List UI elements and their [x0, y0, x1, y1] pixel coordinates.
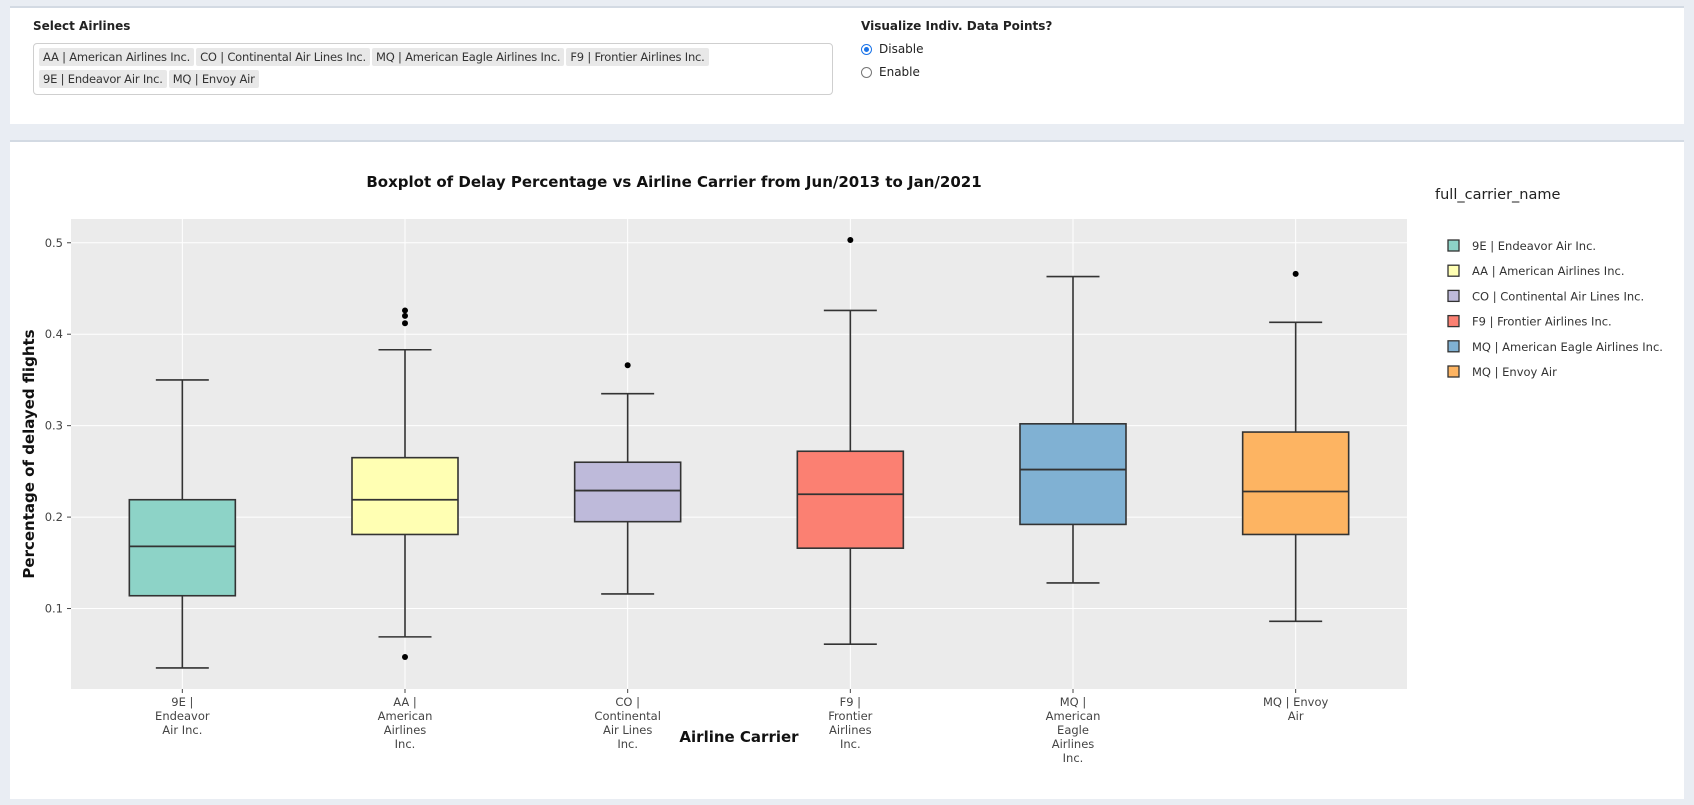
- legend-title: full_carrier_name: [1435, 187, 1560, 203]
- legend-swatch: [1447, 314, 1460, 328]
- x-tick-label: Inc.: [840, 737, 861, 751]
- x-tick-label: Inc.: [1063, 751, 1084, 765]
- x-tick-label: Frontier: [828, 709, 872, 723]
- y-tick-label: 0.1: [45, 602, 63, 616]
- x-tick-label: Inc.: [617, 737, 638, 751]
- x-tick-label: Air Lines: [603, 723, 652, 737]
- x-tick-label: Air Inc.: [162, 723, 202, 737]
- radio-disable[interactable]: Disable: [861, 42, 924, 56]
- y-axis-title: Percentage of delayed flights: [20, 329, 38, 578]
- x-tick-label: Continental: [594, 709, 660, 723]
- airline-chip[interactable]: AA | American Airlines Inc.: [39, 48, 195, 66]
- airline-chip[interactable]: CO | Continental Air Lines Inc.: [196, 48, 370, 66]
- x-tick-label: American: [1046, 709, 1101, 723]
- radio-disable-button[interactable]: [861, 43, 872, 55]
- legend-item[interactable]: MQ | Envoy Air: [1447, 365, 1557, 379]
- x-tick-label: MQ | Envoy: [1263, 695, 1329, 709]
- legend-label: MQ | American Eagle Airlines Inc.: [1472, 340, 1663, 354]
- box-iqr: [128, 498, 237, 597]
- airline-chip[interactable]: MQ | Envoy Air: [168, 70, 259, 88]
- box-iqr: [796, 450, 905, 549]
- legend-swatch: [1447, 239, 1460, 252]
- radio-enable-label: Enable: [879, 65, 920, 79]
- x-tick-label: Eagle: [1057, 723, 1089, 737]
- boxplot-chart: Boxplot of Delay Percentage vs Airline C…: [20, 173, 1663, 765]
- legend-swatch: [1447, 264, 1460, 277]
- outlier-point: [402, 307, 408, 314]
- airline-chip[interactable]: 9E | Endeavor Air Inc.: [39, 70, 167, 88]
- airline-multiselect[interactable]: AA | American Airlines Inc. CO | Continen…: [33, 43, 833, 95]
- chart-panel: Boxplot of Delay Percentage vs Airline C…: [10, 140, 1684, 799]
- legend-label: AA | American Airlines Inc.: [1472, 264, 1624, 278]
- controls-panel: Select Airlines AA | American Airlines I…: [10, 6, 1684, 124]
- outlier-point: [402, 653, 408, 660]
- legend-swatch: [1447, 365, 1460, 378]
- legend-item[interactable]: 9E | Endeavor Air Inc.: [1447, 239, 1596, 253]
- plot-background: [71, 219, 1407, 689]
- legend-swatch: [1447, 289, 1460, 303]
- x-tick-label: American: [378, 709, 433, 723]
- x-axis-ticks: 9E |EndeavorAir Inc.AA |AmericanAirlines…: [155, 689, 1329, 765]
- outlier-point: [847, 237, 854, 244]
- x-tick-label: Air: [1288, 709, 1304, 723]
- x-tick-label: Airlines: [384, 723, 427, 737]
- box-iqr: [573, 461, 682, 523]
- y-tick-label: 0.3: [45, 419, 63, 433]
- y-tick-label: 0.2: [45, 510, 63, 524]
- outlier-point: [402, 312, 408, 319]
- legend-item[interactable]: F9 | Frontier Airlines Inc.: [1447, 314, 1612, 329]
- x-tick-label: CO |: [615, 695, 640, 709]
- x-axis-title: Airline Carrier: [679, 728, 799, 746]
- x-tick-label: Endeavor: [155, 709, 210, 723]
- x-tick-label: F9 |: [840, 695, 861, 709]
- outlier-point: [402, 320, 408, 327]
- legend-item[interactable]: MQ | American Eagle Airlines Inc.: [1447, 340, 1663, 354]
- y-tick-label: 0.5: [45, 236, 63, 250]
- legend[interactable]: 9E | Endeavor Air Inc. AA | American Airl…: [1447, 239, 1663, 379]
- box-iqr: [351, 456, 459, 536]
- x-tick-label: Airlines: [1052, 737, 1095, 751]
- y-axis-ticks: 0.1 0.2 0.3 0.4 0.5: [45, 236, 71, 616]
- points-toggle-label: Visualize Indiv. Data Points?: [861, 19, 1053, 33]
- legend-label: MQ | Envoy Air: [1472, 365, 1557, 379]
- x-tick-label: MQ |: [1060, 695, 1087, 709]
- radio-enable-button[interactable]: [861, 66, 872, 78]
- select-airlines-label: Select Airlines: [33, 19, 131, 33]
- outlier-point: [1292, 270, 1299, 277]
- legend-label: CO | Continental Air Lines Inc.: [1472, 289, 1644, 303]
- chart-title: Boxplot of Delay Percentage vs Airline C…: [366, 173, 981, 191]
- legend-item[interactable]: AA | American Airlines Inc.: [1447, 264, 1624, 278]
- x-tick-label: 9E |: [171, 695, 193, 709]
- x-tick-label: Inc.: [395, 737, 416, 751]
- box-iqr: [1019, 423, 1127, 526]
- radio-disable-label: Disable: [879, 42, 924, 56]
- outlier-point: [624, 362, 631, 369]
- legend-label: 9E | Endeavor Air Inc.: [1472, 239, 1596, 253]
- radio-enable[interactable]: Enable: [861, 65, 920, 79]
- legend-label: F9 | Frontier Airlines Inc.: [1472, 315, 1612, 329]
- legend-swatch: [1447, 340, 1460, 353]
- x-tick-label: Airlines: [829, 723, 872, 737]
- box-iqr: [1241, 431, 1350, 536]
- airline-chip[interactable]: F9 | Frontier Airlines Inc.: [566, 48, 709, 66]
- x-tick-label: AA |: [393, 695, 417, 709]
- legend-item[interactable]: CO | Continental Air Lines Inc.: [1447, 289, 1644, 303]
- airline-chip[interactable]: MQ | American Eagle Airlines Inc.: [371, 48, 565, 66]
- y-tick-label: 0.4: [45, 327, 63, 341]
